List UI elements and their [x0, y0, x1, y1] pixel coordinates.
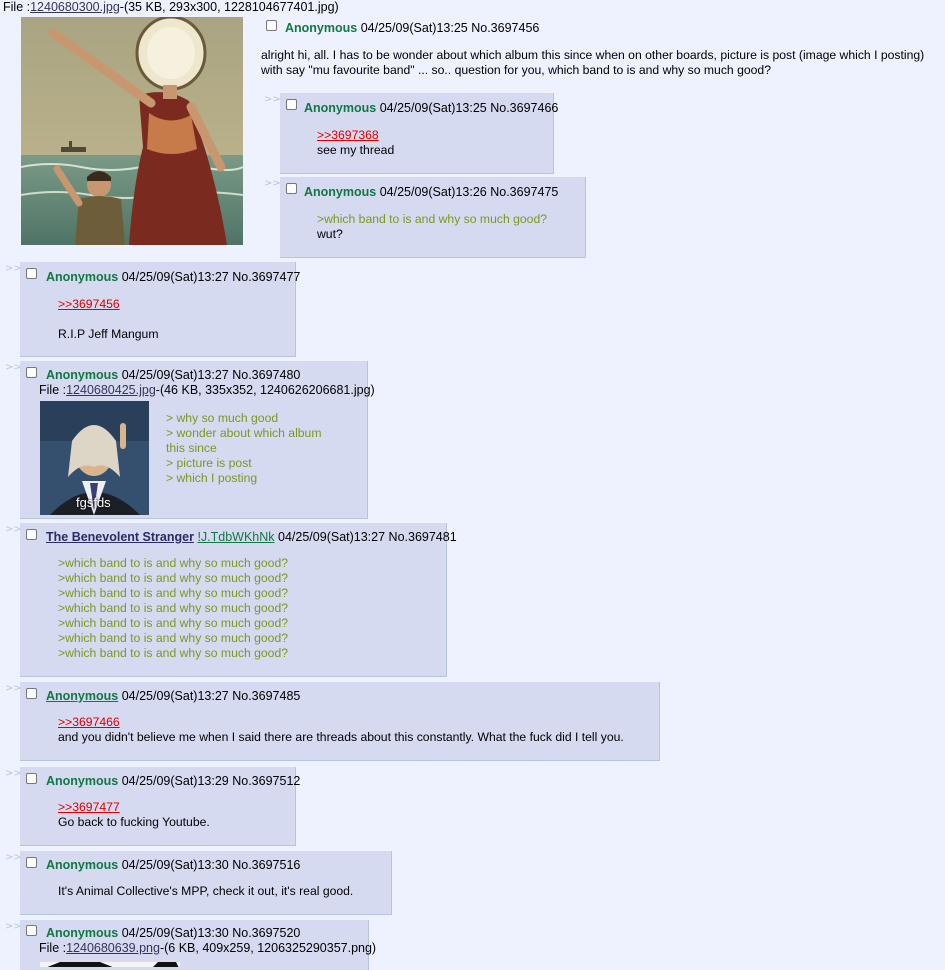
reply-body: >>3697456 R.I.P Jeff Mangum — [58, 297, 159, 341]
reply-image[interactable]: fgsfds — [40, 401, 149, 515]
post-number[interactable]: No.3697516 — [232, 858, 300, 872]
post-datetime: 04/25/09(Sat)13:30 — [121, 926, 229, 940]
reply-checkbox[interactable] — [26, 367, 37, 378]
reply-header: The Benevolent Stranger !J.TdbWKhNk 04/2… — [46, 530, 457, 544]
reply-arrows: >> — [264, 94, 281, 105]
reply-header: Anonymous 04/25/09(Sat)13:26 No.3697475 — [304, 185, 558, 199]
post-datetime: 04/25/09(Sat)13:27 — [121, 270, 229, 284]
post-datetime: 04/25/09(Sat)13:27 — [121, 368, 229, 382]
reply-checkbox[interactable] — [26, 857, 37, 868]
reply-post: Anonymous 04/25/09(Sat)13:30 No.3697520 … — [20, 920, 376, 970]
poster-name[interactable]: The Benevolent Stranger — [46, 530, 194, 544]
quote-link[interactable]: >>3697456 — [58, 297, 158, 312]
reply-body: > why so much good > wonder about which … — [166, 411, 322, 485]
post-number[interactable]: No.3697512 — [232, 774, 300, 788]
op-file-link[interactable]: 1240680300.jpg — [30, 0, 120, 14]
quote-link[interactable]: >>3697368 — [317, 128, 394, 143]
reply-body: It's Animal Collective's MPP, check it o… — [58, 884, 354, 898]
post-number[interactable]: No.3697475 — [490, 185, 558, 199]
post-number[interactable]: No.3697466 — [490, 101, 558, 115]
reply-arrows: >> — [264, 178, 281, 189]
reply-header: Anonymous 04/25/09(Sat)13:25 No.3697466 — [304, 101, 558, 115]
reply-checkbox[interactable] — [26, 925, 37, 936]
op-file-info: File :1240680300.jpg-(35 KB, 293x300, 12… — [3, 0, 339, 14]
post-datetime: 04/25/09(Sat)13:30 — [121, 858, 229, 872]
reply-body: >which band to is and why so much good? … — [58, 556, 289, 660]
reply-checkbox[interactable] — [26, 773, 37, 784]
post-number[interactable]: No.3697477 — [232, 270, 300, 284]
post-datetime: 04/25/09(Sat)13:29 — [121, 774, 229, 788]
post-number[interactable]: No.3697480 — [232, 368, 300, 382]
reply-header: Anonymous 04/25/09(Sat)13:30 No.3697516 — [46, 858, 300, 872]
reply-post: Anonymous 04/25/09(Sat)13:26 No.3697475 … — [280, 177, 586, 258]
reply-header: Anonymous 04/25/09(Sat)13:27 No.3697485 — [46, 689, 300, 703]
reply-body: >>3697477 Go back to fucking Youtube. — [58, 800, 210, 829]
reply-body: >which band to is and why so much good? … — [317, 212, 548, 241]
reply-header: Anonymous 04/25/09(Sat)13:27 No.3697477 — [46, 270, 300, 284]
op-post-body: alright hi, all. I has to be wonder abou… — [261, 48, 925, 77]
reply-checkbox[interactable] — [26, 268, 37, 279]
greentext: >which band to is and why so much good? — [317, 212, 548, 226]
post-datetime: 04/25/09(Sat)13:25 — [360, 21, 468, 35]
reply-image[interactable] — [40, 959, 180, 967]
reply-post: Anonymous 04/25/09(Sat)13:30 No.3697516 … — [20, 851, 392, 915]
op-image-art — [21, 17, 243, 245]
reply-header: Anonymous 04/25/09(Sat)13:29 No.3697512 — [46, 774, 300, 788]
quote-link[interactable]: >>3697466 — [58, 715, 624, 730]
reply-checkbox[interactable] — [286, 99, 297, 110]
post-number[interactable]: No.3697481 — [389, 530, 457, 544]
file-link[interactable]: 1240680639.png — [66, 941, 160, 955]
reply-file-info: File :1240680425.jpg-(46 KB, 335x352, 12… — [39, 383, 375, 397]
reply-header: Anonymous 04/25/09(Sat)13:30 No.3697520 — [46, 926, 300, 940]
op-image[interactable] — [21, 17, 243, 245]
reply-body: >>3697466 and you didn't believe me when… — [58, 715, 624, 744]
tripcode: !J.TdbWKhNk — [197, 530, 275, 544]
reply-body: >>3697368 see my thread — [317, 128, 395, 157]
reply-post: The Benevolent Stranger !J.TdbWKhNk 04/2… — [20, 523, 457, 677]
reply-post: Anonymous 04/25/09(Sat)13:25 No.3697466 … — [280, 93, 558, 174]
reply-checkbox[interactable] — [26, 529, 37, 540]
poster-name: Anonymous — [46, 858, 119, 872]
poster-name: Anonymous — [304, 185, 377, 199]
post-number[interactable]: No.3697520 — [232, 926, 300, 940]
reply-post: Anonymous 04/25/09(Sat)13:27 No.3697477 … — [20, 262, 300, 357]
poster-name: Anonymous — [304, 101, 377, 115]
reply-file-info: File :1240680639.png-(6 KB, 409x259, 120… — [39, 941, 377, 955]
reply-post: Anonymous 04/25/09(Sat)13:27 No.3697480 … — [20, 361, 375, 519]
reply-post: Anonymous 04/25/09(Sat)13:29 No.3697512 … — [20, 767, 300, 846]
reply-checkbox[interactable] — [286, 183, 297, 194]
image-caption: fgsfds — [76, 495, 111, 510]
reply-header: Anonymous 04/25/09(Sat)13:27 No.3697480 — [46, 368, 300, 382]
op-checkbox[interactable] — [266, 20, 277, 31]
post-number[interactable]: No.3697456 — [471, 21, 539, 35]
poster-name: Anonymous — [46, 368, 119, 382]
reply-post: Anonymous 04/25/09(Sat)13:27 No.3697485 … — [20, 682, 660, 761]
poster-name: Anonymous — [46, 774, 119, 788]
poster-name: Anonymous — [46, 689, 119, 703]
post-datetime: 04/25/09(Sat)13:27 — [121, 689, 229, 703]
poster-name: Anonymous — [46, 270, 119, 284]
post-number[interactable]: No.3697485 — [232, 689, 300, 703]
reply-checkbox[interactable] — [26, 688, 37, 699]
file-link[interactable]: 1240680425.jpg — [66, 383, 156, 397]
post-datetime: 04/25/09(Sat)13:27 — [278, 530, 386, 544]
poster-name: Anonymous — [285, 21, 358, 35]
poster-name: Anonymous — [46, 926, 119, 940]
post-datetime: 04/25/09(Sat)13:25 — [379, 101, 487, 115]
quote-link[interactable]: >>3697477 — [58, 800, 210, 815]
post-datetime: 04/25/09(Sat)13:26 — [379, 185, 487, 199]
op-post-header: Anonymous 04/25/09(Sat)13:25 No.3697456 — [285, 21, 539, 35]
